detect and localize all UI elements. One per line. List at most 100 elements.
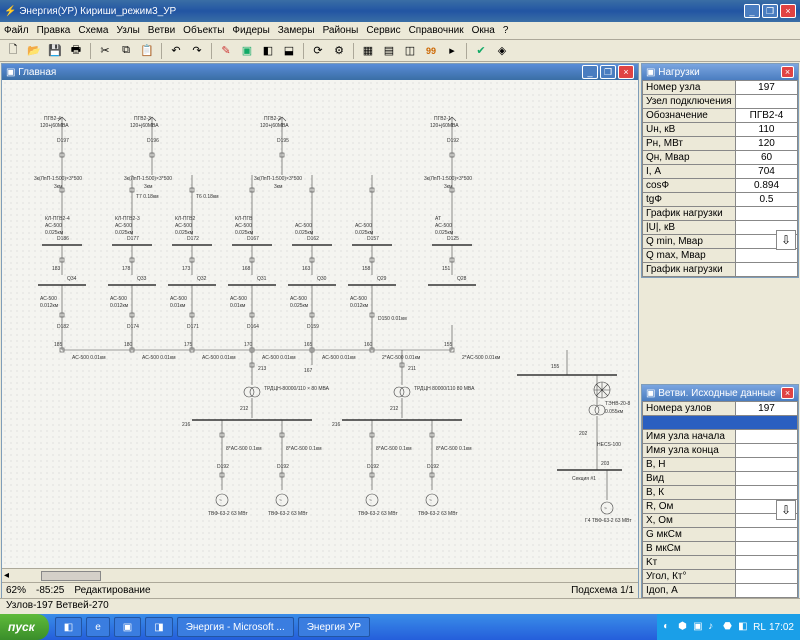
cursor-coords: -85:25 xyxy=(36,585,64,596)
copy-icon[interactable]: ⧉ xyxy=(117,42,135,60)
svg-text:211: 211 xyxy=(408,366,416,372)
tool-99[interactable]: 99 xyxy=(422,42,440,60)
page-indicator: Подсхема 1/1 xyxy=(571,585,634,596)
panel-nagruzki: ▣ Нагрузки × Номер узла197Узел подключен… xyxy=(641,63,799,278)
new-icon[interactable]: 🗋 xyxy=(4,42,22,60)
check-icon[interactable]: ✔ xyxy=(472,42,490,60)
svg-text:D164: D164 xyxy=(247,324,259,330)
layer-icon[interactable]: ◫ xyxy=(401,42,419,60)
redo-icon[interactable]: ↷ xyxy=(188,42,206,60)
svg-text:3км: 3км xyxy=(444,184,453,190)
svg-text:183: 183 xyxy=(52,266,61,272)
undo-icon[interactable]: ↶ xyxy=(167,42,185,60)
menu-Фидеры[interactable]: Фидеры xyxy=(232,25,269,36)
open-icon[interactable]: 📂 xyxy=(25,42,43,60)
menu-?[interactable]: ? xyxy=(503,25,509,36)
ruler-icon[interactable]: ▤ xyxy=(380,42,398,60)
print-icon[interactable]: 🖶 xyxy=(67,42,85,60)
svg-text:212: 212 xyxy=(390,406,399,412)
tool-icon[interactable]: ✎ xyxy=(217,42,235,60)
diagram-statusbar: 62% -85:25 Редактирование Подсхема 1/1 xyxy=(2,582,638,598)
svg-text:АС-500: АС-500 xyxy=(230,296,247,302)
svg-text:175: 175 xyxy=(184,342,193,348)
svg-text:216: 216 xyxy=(332,422,341,428)
svg-text:213: 213 xyxy=(258,366,267,372)
vetvi-table[interactable]: Номера узлов197Имя узла началаИмя узла к… xyxy=(642,401,798,598)
svg-text:КЛ-ПГВ2-3: КЛ-ПГВ2-3 xyxy=(115,216,140,222)
menu-Окна[interactable]: Окна xyxy=(472,25,495,36)
svg-text:163: 163 xyxy=(302,266,311,272)
schematic-canvas[interactable]: ПГВ2-4120+j60МВАD1973к(ЛпП-1:500)×3*5003… xyxy=(2,80,638,568)
menu-Схема[interactable]: Схема xyxy=(78,25,108,36)
svg-text:173: 173 xyxy=(182,266,191,272)
menu-Сервис[interactable]: Сервис xyxy=(366,25,400,36)
svg-text:~: ~ xyxy=(279,498,282,504)
panel-close[interactable]: × xyxy=(781,66,794,78)
svg-text:ТРДЦН 80000/110 80 МВА: ТРДЦН 80000/110 80 МВА xyxy=(414,386,475,392)
svg-text:~: ~ xyxy=(219,498,222,504)
start-button[interactable]: пуск xyxy=(0,614,49,640)
child-maximize[interactable]: ❐ xyxy=(600,65,616,79)
svg-text:Q28: Q28 xyxy=(457,276,467,282)
svg-text:АС-500 0.01км: АС-500 0.01км xyxy=(322,355,356,361)
svg-text:151: 151 xyxy=(442,266,451,272)
menubar: Файл Правка Схема Узлы Ветви Объекты Фидеры Зам… xyxy=(0,22,800,40)
minimize-button[interactable]: _ xyxy=(744,4,760,18)
tool-icon[interactable]: ⬓ xyxy=(280,42,298,60)
menu-Файл[interactable]: Файл xyxy=(4,25,29,36)
quick-launch[interactable]: ◨ xyxy=(145,617,172,637)
nagruzki-table[interactable]: Номер узла197Узел подключенияОбозначение… xyxy=(642,80,798,277)
menu-Замеры[interactable]: Замеры xyxy=(278,25,315,36)
paste-icon[interactable]: 📋 xyxy=(138,42,156,60)
svg-text:ТВФ-63-2 63 МВт: ТВФ-63-2 63 МВт xyxy=(418,511,458,517)
down-arrow-icon[interactable]: ⇩ xyxy=(776,230,796,250)
h-scrollbar[interactable]: ◂ xyxy=(2,568,638,582)
panel-vetvi-title[interactable]: ▣ Ветви. Исходные данные × xyxy=(642,385,798,401)
svg-text:D192: D192 xyxy=(427,464,439,470)
main-titlebar: ⚡ Энергия(УР) Кириши_режим3_УР _ ❐ × xyxy=(0,0,800,22)
diagram-titlebar: ▣ Главная _ ❐ × xyxy=(2,64,638,80)
grid-icon[interactable]: ▦ xyxy=(359,42,377,60)
cut-icon[interactable]: ✂ xyxy=(96,42,114,60)
svg-text:ТВФ-63-2 63 МВт: ТВФ-63-2 63 МВт xyxy=(208,511,248,517)
flag-icon[interactable]: ▸ xyxy=(443,42,461,60)
svg-text:165: 165 xyxy=(304,342,313,348)
tool-icon[interactable]: ◈ xyxy=(493,42,511,60)
panel-nagruzki-title[interactable]: ▣ Нагрузки × xyxy=(642,64,798,80)
taskbar-task[interactable]: Энергия УР xyxy=(298,617,370,637)
panel-close[interactable]: × xyxy=(781,387,794,399)
tool-icon[interactable]: ▣ xyxy=(238,42,256,60)
svg-text:155: 155 xyxy=(444,342,453,348)
quick-launch[interactable]: e xyxy=(86,617,110,637)
menu-Справочник[interactable]: Справочник xyxy=(409,25,464,36)
svg-text:0.012км: 0.012км xyxy=(110,303,129,309)
menu-Ветви[interactable]: Ветви xyxy=(148,25,175,36)
svg-text:Г4 ТВФ-63-2 63 МВт: Г4 ТВФ-63-2 63 МВт xyxy=(585,518,632,524)
svg-text:158: 158 xyxy=(362,266,371,272)
menu-Правка[interactable]: Правка xyxy=(37,25,71,36)
app-statusbar: Узлов-197 Ветвей-270 xyxy=(0,598,800,614)
child-close[interactable]: × xyxy=(618,65,634,79)
tool-icon[interactable]: ◧ xyxy=(259,42,277,60)
save-icon[interactable]: 💾 xyxy=(46,42,64,60)
node-branch-count: Узлов-197 Ветвей-270 xyxy=(6,600,109,611)
taskbar-task[interactable]: Энергия - Microsoft ... xyxy=(177,617,294,637)
lang-indicator[interactable]: RL xyxy=(753,622,766,633)
down-arrow-icon[interactable]: ⇩ xyxy=(776,500,796,520)
svg-text:АС-500: АС-500 xyxy=(170,296,187,302)
refresh-icon[interactable]: ⟳ xyxy=(309,42,327,60)
menu-Узлы[interactable]: Узлы xyxy=(116,25,139,36)
quick-launch[interactable]: ▣ xyxy=(114,617,141,637)
menu-Районы[interactable]: Районы xyxy=(323,25,359,36)
quick-launch[interactable]: ◧ xyxy=(55,617,82,637)
system-tray[interactable]: ◐⬢▣♪⬣◧ RL 17:02 xyxy=(657,614,800,640)
svg-text:3к(ЛпП-1:500)×3*500: 3к(ЛпП-1:500)×3*500 xyxy=(254,176,302,182)
close-button[interactable]: × xyxy=(780,4,796,18)
maximize-button[interactable]: ❐ xyxy=(762,4,778,18)
child-minimize[interactable]: _ xyxy=(582,65,598,79)
svg-text:0.012км: 0.012км xyxy=(350,303,369,309)
menu-Объекты[interactable]: Объекты xyxy=(183,25,224,36)
svg-text:180: 180 xyxy=(124,342,133,348)
svg-text:2*АС-500 0.01км: 2*АС-500 0.01км xyxy=(382,355,421,361)
gear-icon[interactable]: ⚙ xyxy=(330,42,348,60)
